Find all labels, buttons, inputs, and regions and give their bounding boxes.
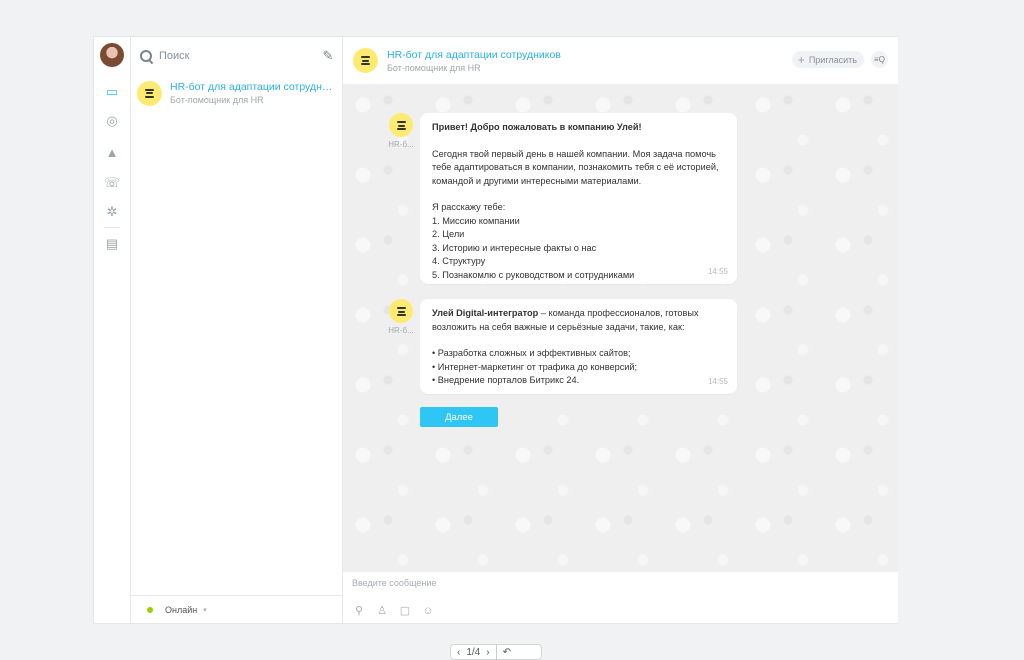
messenger-window: ▭ ◎ ▲ ☏ ✲ ▤ Поиск ✎ HR-бот для адаптации… xyxy=(93,36,898,624)
search-bar[interactable]: Поиск ✎ xyxy=(139,45,335,67)
search-icon[interactable] xyxy=(139,49,153,63)
icon-rail: ▭ ◎ ▲ ☏ ✲ ▤ xyxy=(94,37,131,623)
search-input[interactable]: Поиск xyxy=(159,50,321,62)
list-item: 2. Цели xyxy=(432,229,465,239)
status-label: Онлайн xyxy=(165,604,198,615)
settings-icon[interactable]: ✲ xyxy=(103,203,121,221)
message-paragraph: Сегодня твой первый день в нашей компани… xyxy=(432,148,719,186)
notifications-icon[interactable]: ▲ xyxy=(103,143,121,161)
message: HR-б... Привет! Добро пожаловать в компа… xyxy=(385,113,737,284)
message-input[interactable]: Введите сообщение xyxy=(352,578,436,588)
online-status-dot xyxy=(147,606,153,613)
pager-divider xyxy=(495,644,497,660)
message-feed[interactable]: HR-б... Привет! Добро пожаловать в компа… xyxy=(343,85,898,573)
status-selector[interactable]: Онлайн ▾ xyxy=(131,595,342,623)
history-icon[interactable]: ▤ xyxy=(103,235,121,253)
compose-icon[interactable]: ✎ xyxy=(321,49,335,63)
undo-icon[interactable]: ↶ xyxy=(503,647,511,658)
search-messages-icon[interactable]: ≡Q xyxy=(871,51,888,68)
invite-label: Пригласить xyxy=(808,54,857,65)
user-icon[interactable]: ♙ xyxy=(375,604,389,618)
smile-icon[interactable]: ☺ xyxy=(421,604,435,618)
chat-header: HR-бот для адаптации сотрудников Бот-пом… xyxy=(343,37,898,85)
bot-avatar[interactable] xyxy=(353,48,378,73)
chat-title[interactable]: HR-бот для адаптации сотрудников xyxy=(387,49,561,61)
list-item: 4. Структуру xyxy=(432,256,486,266)
message-bubble: Улей Digital-интегратор – команда профес… xyxy=(420,299,737,394)
list-item: • Разработка сложных и эффективных сайто… xyxy=(432,348,631,358)
page-counter: 1/4 xyxy=(466,646,481,658)
next-button[interactable]: Далее xyxy=(420,407,498,427)
chat-item-subtitle: Бот-помощник для HR xyxy=(170,95,264,105)
user-avatar[interactable] xyxy=(100,43,124,67)
list-item: 5. Познакомлю с руководством и сотрудник… xyxy=(432,269,635,280)
slide-pager: ‹ 1/4 › ↶ xyxy=(450,644,542,660)
invite-button[interactable]: + Пригласить xyxy=(791,51,864,68)
template-icon[interactable]: ▢ xyxy=(398,604,412,618)
openlines-icon[interactable]: ◎ xyxy=(103,112,121,130)
chat-item-title: HR-бот для адаптации сотрудников xyxy=(170,81,335,93)
chevron-down-icon: ▾ xyxy=(203,606,207,614)
list-item: • Внедрение порталов Битрикс 24. xyxy=(432,375,580,385)
message-author: HR-б... xyxy=(388,326,414,335)
bot-avatar xyxy=(137,80,162,106)
message-list-intro: Я расскажу тебе: xyxy=(432,202,506,212)
list-item: 1. Миссию компании xyxy=(432,215,520,226)
message-heading: Привет! Добро пожаловать в компанию Улей… xyxy=(432,122,642,132)
prev-icon[interactable]: ‹ xyxy=(457,647,460,658)
list-item: 3. Историю и интересные факты о нас xyxy=(432,242,597,253)
message-author: HR-б... xyxy=(388,140,414,149)
rail-divider xyxy=(104,227,120,228)
message: HR-б... Улей Digital-интегратор – команд… xyxy=(385,299,737,394)
list-item: • Интернет-маркетинг от трафика до конве… xyxy=(432,361,638,372)
message-bold-text: Улей Digital-интегратор xyxy=(432,308,539,318)
message-bubble: Привет! Добро пожаловать в компанию Улей… xyxy=(420,113,737,284)
message-time: 14:55 xyxy=(707,266,728,276)
message-composer: Введите сообщение ⚲ ♙ ▢ ☺ xyxy=(343,571,898,623)
attach-icon[interactable]: ⚲ xyxy=(352,604,366,618)
next-icon[interactable]: › xyxy=(486,647,489,658)
bot-avatar[interactable] xyxy=(389,113,413,137)
chat-subtitle: Бот-помощник для HR xyxy=(387,62,481,73)
plus-icon: + xyxy=(797,52,805,67)
chat-list-item[interactable]: HR-бот для адаптации сотрудников Бот-пом… xyxy=(131,77,342,109)
message-time: 14:55 xyxy=(707,376,728,386)
chat-list-panel: Поиск ✎ HR-бот для адаптации сотрудников… xyxy=(131,37,343,623)
chat-area: HR-бот для адаптации сотрудников Бот-пом… xyxy=(343,37,898,623)
chats-icon[interactable]: ▭ xyxy=(103,83,121,101)
phone-icon[interactable]: ☏ xyxy=(103,174,121,192)
bot-avatar[interactable] xyxy=(389,299,413,323)
